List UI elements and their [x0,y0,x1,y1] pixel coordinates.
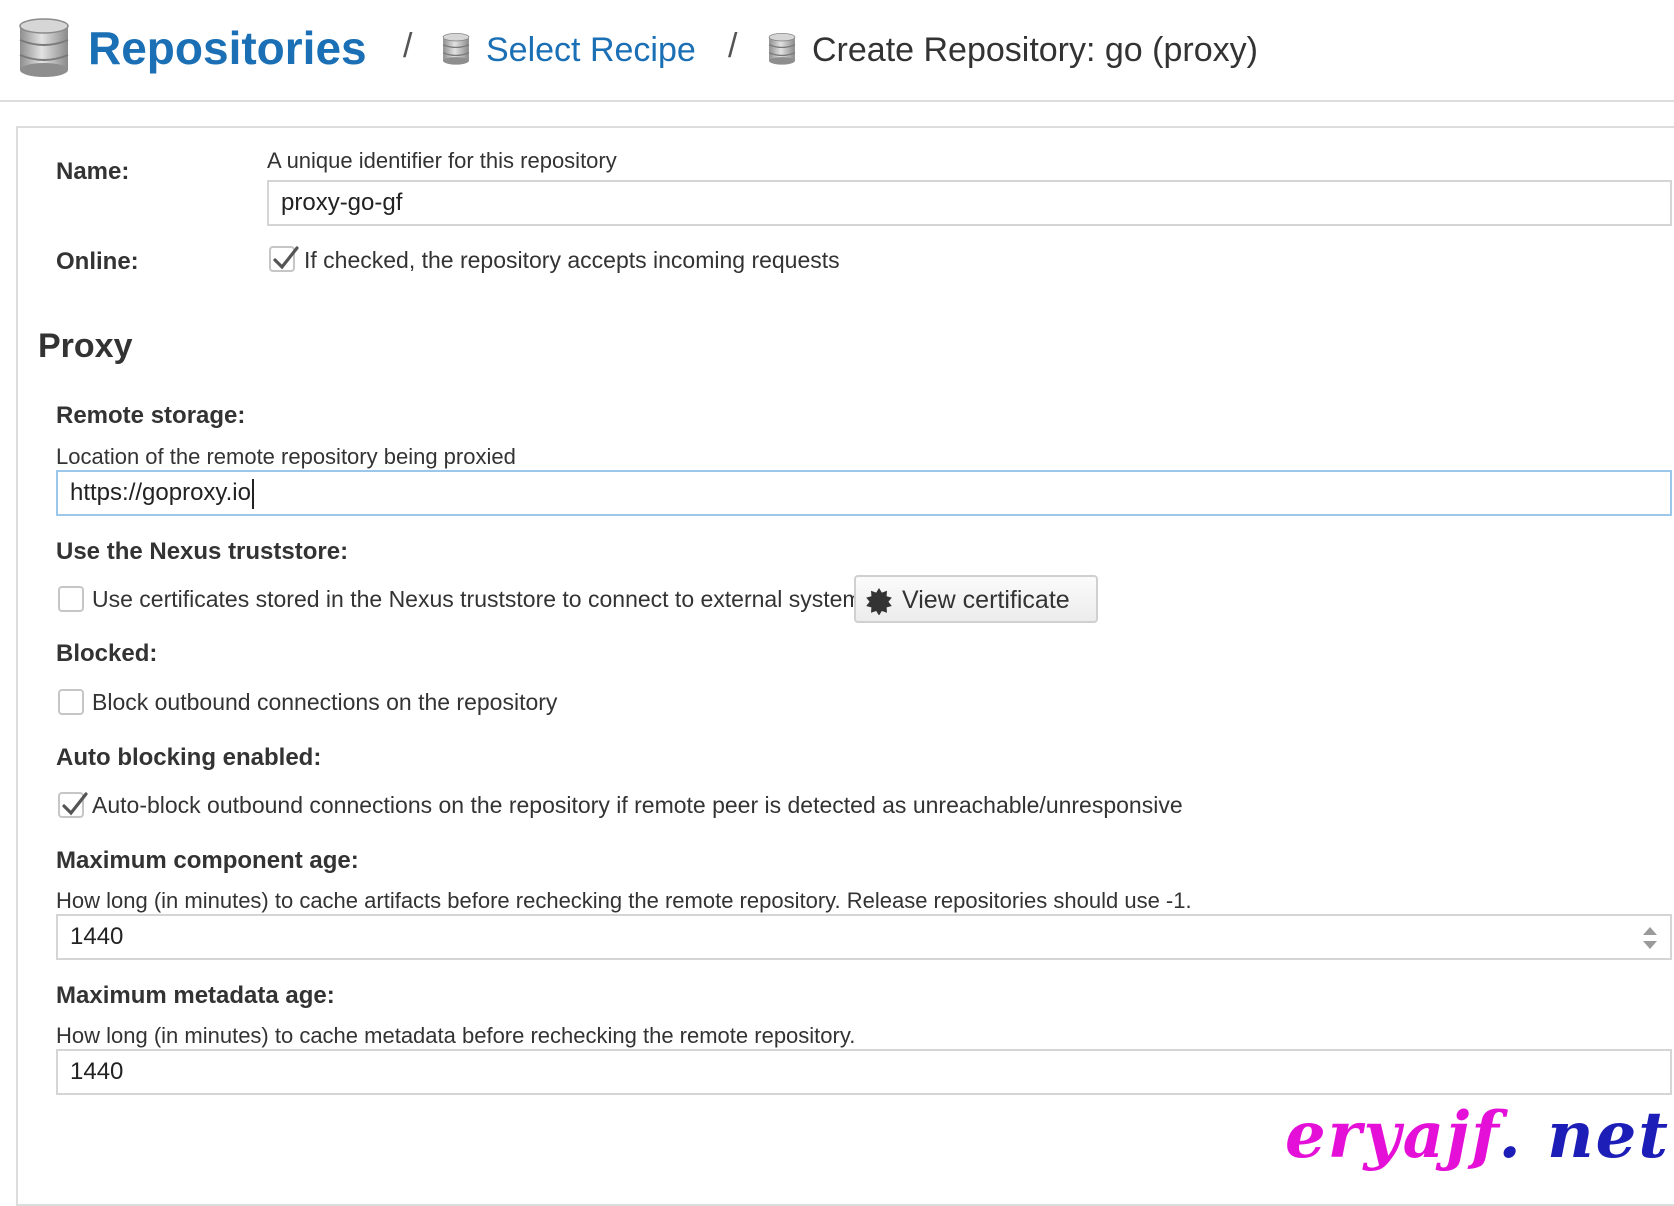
watermark-part-2: . net [1498,1098,1670,1173]
database-icon [442,32,470,65]
max-component-age-value: 1440 [70,923,124,950]
breadcrumb-separator: / [728,27,738,65]
watermark-text: eryajf. net [1285,1096,1670,1176]
checkmark-icon [273,246,299,270]
remote-storage-input[interactable]: https://goproxy.io [56,470,1672,516]
text-cursor [251,478,254,509]
database-icon [19,18,69,77]
number-spinner-icon[interactable] [1640,924,1660,952]
repository-form-panel: Name: A unique identifier for this repos… [16,126,1674,1206]
breadcrumb-separator: / [403,27,413,65]
online-label: Online: [56,248,139,275]
name-help-text: A unique identifier for this repository [267,148,617,173]
certificate-icon [866,588,892,615]
remote-storage-help-text: Location of the remote repository being … [56,444,516,469]
remote-storage-input-value: https://goproxy.io [70,479,251,506]
blocked-description: Block outbound connections on the reposi… [92,689,558,715]
max-component-age-label: Maximum component age: [56,847,359,874]
page-header: Repositories / Select Recipe / Create Re… [0,0,1674,102]
checkmark-icon [62,792,88,816]
watermark-part-1: eryajf [1285,1098,1499,1173]
auto-blocking-label: Auto blocking enabled: [56,744,322,771]
view-certificate-button[interactable]: View certificate [854,575,1098,623]
database-icon [768,32,796,65]
max-component-age-help-text: How long (in minutes) to cache artifacts… [56,888,1192,913]
truststore-checkbox[interactable] [58,586,84,612]
name-input-value: proxy-go-gf [281,189,403,216]
max-metadata-age-label: Maximum metadata age: [56,982,335,1009]
breadcrumb-repositories-link[interactable]: Repositories [88,16,367,80]
breadcrumb-current-page: Create Repository: go (proxy) [812,31,1258,69]
truststore-label: Use the Nexus truststore: [56,538,349,565]
auto-blocking-checkbox[interactable] [58,792,88,818]
max-component-age-input[interactable]: 1440 [56,914,1672,960]
blocked-checkbox[interactable] [58,689,84,715]
online-checkbox[interactable] [269,246,299,272]
breadcrumb-select-recipe-link[interactable]: Select Recipe [486,26,696,74]
max-metadata-age-input[interactable]: 1440 [56,1049,1672,1095]
proxy-section-title: Proxy [38,327,133,365]
name-label: Name: [56,158,130,185]
remote-storage-label: Remote storage: [56,402,246,429]
max-metadata-age-value: 1440 [70,1058,124,1085]
max-metadata-age-help-text: How long (in minutes) to cache metadata … [56,1023,856,1048]
blocked-label: Blocked: [56,640,158,667]
view-certificate-label: View certificate [902,586,1070,614]
truststore-description: Use certificates stored in the Nexus tru… [92,586,874,612]
auto-blocking-description: Auto-block outbound connections on the r… [92,792,1183,818]
name-input[interactable]: proxy-go-gf [267,180,1672,226]
online-description: If checked, the repository accepts incom… [304,247,840,273]
